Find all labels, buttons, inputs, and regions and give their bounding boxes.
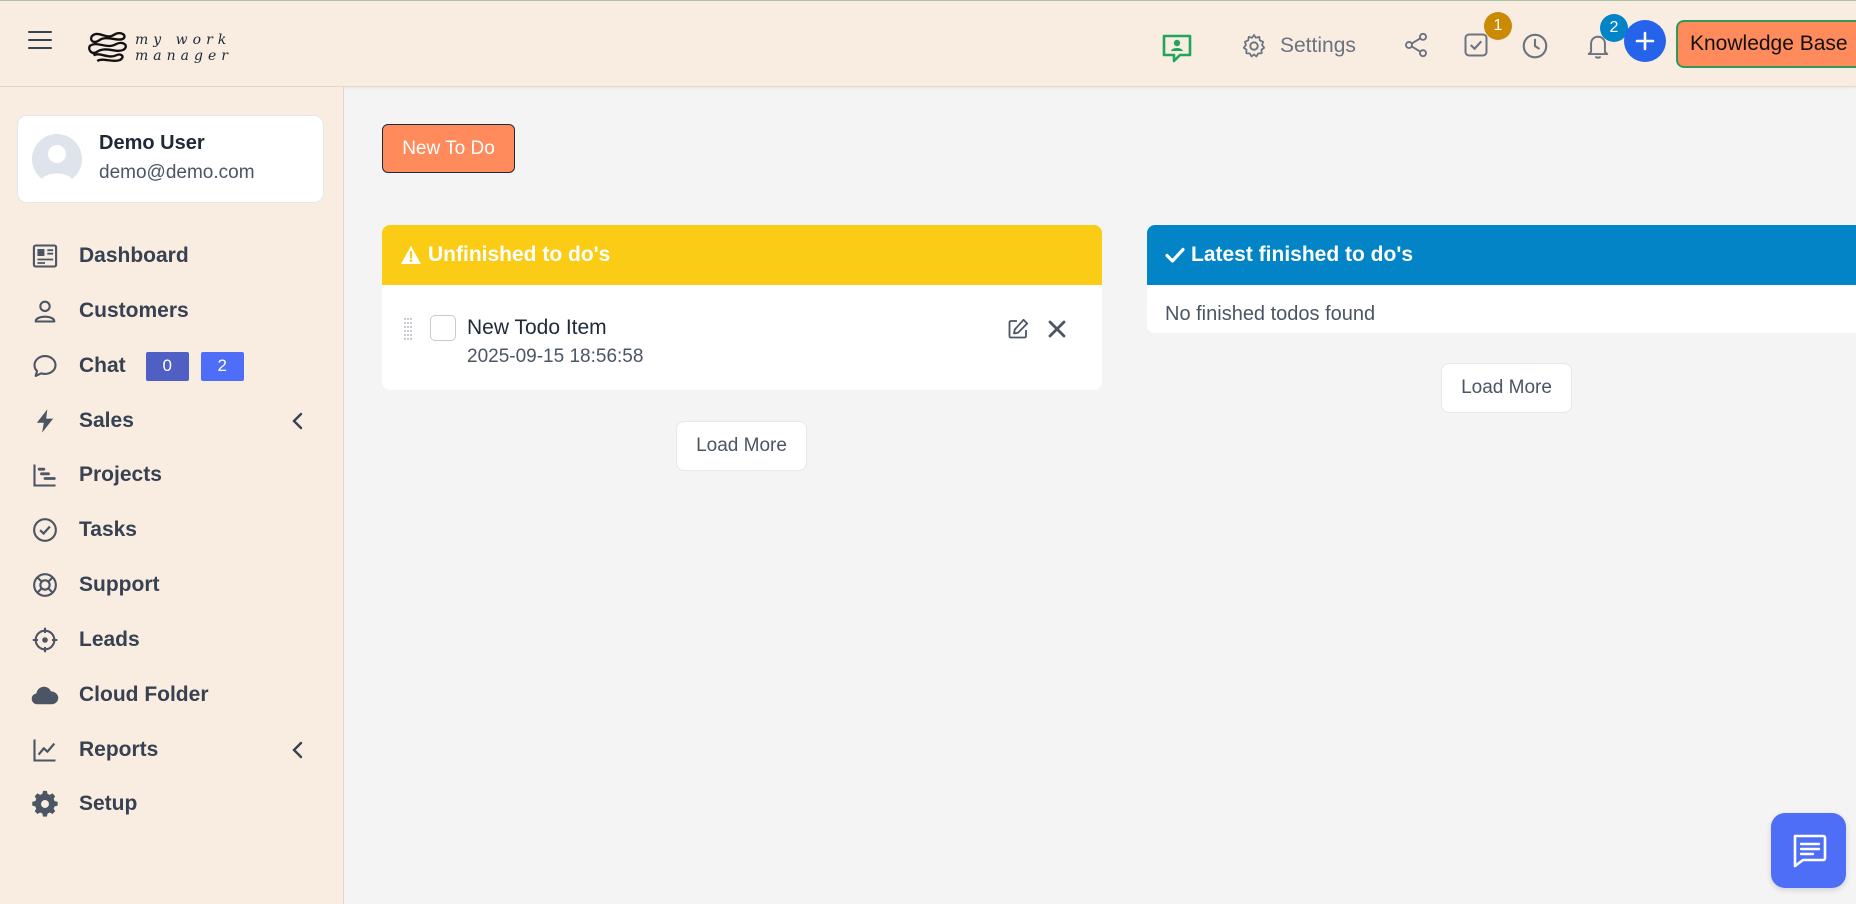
- settings-label: Settings: [1280, 34, 1356, 57]
- finished-todos-panel: Latest finished to do's No finished todo…: [1147, 225, 1856, 333]
- list-item: New Todo Item 2025-09-15 18:56:58: [382, 285, 1102, 390]
- sidebar-item-reports[interactable]: Reports: [30, 730, 330, 770]
- sidebar-item-tasks[interactable]: Tasks: [30, 510, 330, 550]
- new-todo-button[interactable]: New To Do: [382, 124, 515, 173]
- sidebar-item-label: Chat: [79, 354, 126, 377]
- logo[interactable]: my work manager: [86, 25, 326, 67]
- sidebar-item-sales[interactable]: Sales: [30, 401, 330, 441]
- sidebar-item-dashboard[interactable]: Dashboard: [30, 236, 330, 276]
- logo-text: my work manager: [135, 32, 233, 64]
- profile-email: demo@demo.com: [99, 162, 255, 183]
- sidebar-item-label: Support: [79, 573, 160, 596]
- chevron-left-icon[interactable]: [288, 740, 308, 760]
- unfinished-todos-panel: Unfinished to do's New Todo Item 2025-09…: [382, 225, 1102, 390]
- todo-checkbox-icon[interactable]: [1462, 31, 1490, 59]
- close-icon[interactable]: [1045, 317, 1069, 341]
- sidebar-item-chat[interactable]: Chat 0 2: [30, 346, 330, 386]
- sidebar-item-label: Setup: [79, 792, 138, 815]
- check-circle-icon: [30, 515, 60, 545]
- todo-date: 2025-09-15 18:56:58: [467, 346, 644, 367]
- hamburger-menu-icon[interactable]: [28, 31, 52, 51]
- sidebar-item-setup[interactable]: Setup: [30, 784, 330, 824]
- sidebar-item-label: Customers: [79, 299, 189, 322]
- user-profile-card[interactable]: Demo User demo@demo.com: [17, 115, 324, 203]
- avatar: [32, 134, 82, 184]
- user-icon: [30, 296, 60, 326]
- sidebar-item-label: Leads: [79, 628, 140, 651]
- chat-unread-badge: 0: [145, 351, 189, 381]
- share-icon[interactable]: [1402, 31, 1430, 59]
- chat-total-badge: 2: [200, 351, 244, 381]
- sidebar-item-label: Tasks: [79, 518, 137, 541]
- gear-icon: [30, 789, 60, 819]
- sidebar-item-projects[interactable]: Projects: [30, 455, 330, 495]
- sidebar-item-label: Sales: [79, 409, 134, 432]
- load-more-finished-button[interactable]: Load More: [1441, 363, 1572, 413]
- sidebar-item-customers[interactable]: Customers: [30, 291, 330, 331]
- drag-handle-icon[interactable]: [402, 317, 414, 341]
- sidebar-item-label: Dashboard: [79, 244, 189, 267]
- settings-button[interactable]: Settings: [1240, 29, 1356, 63]
- top-header: my work manager Settings 1 2 Knowledge B…: [0, 0, 1856, 87]
- check-icon: [1165, 247, 1185, 263]
- quick-add-button[interactable]: [1624, 20, 1666, 62]
- load-more-unfinished-button[interactable]: Load More: [676, 421, 807, 471]
- sidebar-item-label: Cloud Folder: [79, 683, 209, 706]
- sidebar-item-leads[interactable]: Leads: [30, 620, 330, 660]
- todo-checkbox[interactable]: [430, 315, 456, 341]
- profile-name: Demo User: [99, 132, 205, 154]
- clock-icon[interactable]: [1520, 31, 1550, 61]
- knowledge-base-button[interactable]: Knowledge Base: [1676, 20, 1856, 68]
- crosshair-icon: [30, 625, 60, 655]
- line-chart-icon: [30, 735, 60, 765]
- cloud-icon: [30, 680, 60, 710]
- gear-icon: [1242, 34, 1266, 58]
- dashboard-icon: [30, 241, 60, 271]
- unfinished-todos-header: Unfinished to do's: [382, 225, 1102, 285]
- chevron-left-icon[interactable]: [288, 411, 308, 431]
- lifebuoy-icon: [30, 570, 60, 600]
- sidebar-item-cloud-folder[interactable]: Cloud Folder: [30, 675, 330, 715]
- support-chat-icon[interactable]: [1160, 31, 1194, 65]
- message-icon: [1793, 834, 1826, 867]
- warning-icon: [401, 246, 421, 264]
- finished-todos-header: Latest finished to do's: [1147, 225, 1856, 285]
- chat-bubble-icon: [30, 351, 60, 381]
- sidebar-item-label: Projects: [79, 463, 162, 486]
- todo-count-badge: 1: [1484, 12, 1512, 40]
- sidebar-item-support[interactable]: Support: [30, 565, 330, 605]
- empty-state-message: No finished todos found: [1165, 303, 1376, 325]
- sidebar-item-label: Reports: [79, 738, 159, 761]
- plus-icon: [1635, 31, 1655, 51]
- logo-mark-icon: [88, 32, 127, 63]
- todo-title: New Todo Item: [467, 316, 607, 339]
- edit-icon[interactable]: [1006, 317, 1030, 341]
- bolt-icon: [30, 406, 60, 436]
- gantt-icon: [30, 460, 60, 490]
- sidebar: Demo User demo@demo.com Dashboard Custom…: [0, 87, 344, 904]
- finished-todos-title: Latest finished to do's: [1191, 243, 1414, 266]
- floating-chat-button[interactable]: [1771, 813, 1846, 888]
- unfinished-todos-title: Unfinished to do's: [428, 243, 611, 266]
